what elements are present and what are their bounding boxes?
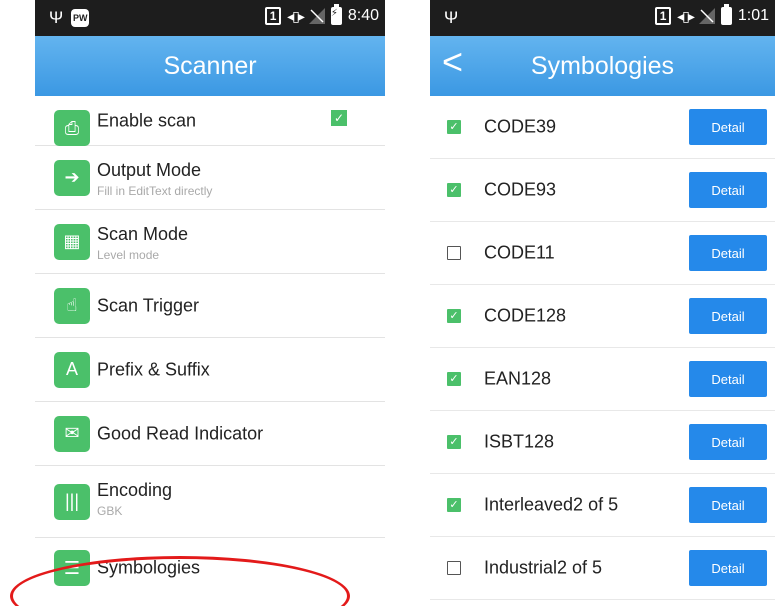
scanner-screen: Ψ PW 1 ◂▯▸ 8:40 Scanner ⎙ Enable scan ✓ … [35, 0, 385, 606]
symbology-row[interactable]: CODE11 Detail [430, 222, 775, 285]
symbology-label: Interleaved2 of 5 [484, 494, 619, 515]
detail-button[interactable]: Detail [689, 172, 767, 208]
no-signal-icon [308, 8, 325, 24]
symbology-row[interactable]: ✓ CODE39 Detail [430, 96, 775, 159]
app-bar: Scanner [35, 36, 385, 96]
status-bar: Ψ PW 1 ◂▯▸ 8:40 [35, 0, 385, 36]
symbology-label: CODE93 [484, 179, 557, 200]
symbology-row[interactable]: ✓ Interleaved2 of 5 Detail [430, 474, 775, 537]
sliders-icon: ☰ [54, 550, 90, 586]
trigger-icon: ☝ [54, 287, 90, 324]
menu-item-label: Output Mode [97, 160, 202, 180]
menu-item-label: Enable scan [97, 110, 197, 130]
enable-scan-checkbox[interactable]: ✓ [331, 110, 347, 126]
sim-slot-icon: 1 [265, 7, 282, 25]
menu-item-label: Good Read Indicator [97, 423, 264, 443]
status-time: 1:01 [737, 7, 769, 24]
good-read-icon: ✉ [54, 415, 90, 452]
menu-item-encoding[interactable]: ||| Encoding GBK [35, 466, 385, 538]
prefix-suffix-icon: A [54, 351, 90, 388]
menu-item-scan-mode[interactable]: ▦ Scan Mode Level mode [35, 210, 385, 274]
menu-item-label: Prefix & Suffix [97, 359, 210, 379]
symbology-label: Industrial2 of 5 [484, 557, 603, 578]
menu-item-enable-scan[interactable]: ⎙ Enable scan ✓ [35, 96, 385, 146]
symbology-row[interactable]: Industrial2 of 5 Detail [430, 537, 775, 600]
output-icon: ➔ [54, 159, 90, 196]
menu-item-symbologies[interactable]: ☰ Symbologies [35, 538, 385, 598]
menu-item-subtitle: Fill in EditText directly [97, 184, 213, 198]
no-signal-icon [698, 8, 715, 24]
menu-item-output-mode[interactable]: ➔ Output Mode Fill in EditText directly [35, 146, 385, 210]
symbology-row[interactable]: ✓ EAN128 Detail [430, 348, 775, 411]
symbology-label: CODE39 [484, 116, 557, 137]
scan-mode-icon: ▦ [54, 223, 90, 260]
sim-slot-icon: 1 [655, 7, 672, 25]
symbology-row[interactable]: ✓ CODE93 Detail [430, 159, 775, 222]
detail-button[interactable]: Detail [689, 361, 767, 397]
menu-item-label: Scan Mode [97, 224, 189, 244]
symbology-checkbox[interactable] [447, 246, 461, 260]
status-bar: Ψ 1 ◂▯▸ 1:01 [430, 0, 775, 36]
symbology-checkbox[interactable]: ✓ [447, 372, 461, 386]
detail-button[interactable]: Detail [689, 550, 767, 586]
symbology-checkbox[interactable]: ✓ [447, 435, 461, 449]
usb-icon: Ψ [49, 8, 64, 27]
menu-item-label: Symbologies [97, 557, 201, 578]
symbology-checkbox[interactable]: ✓ [447, 120, 461, 134]
vibrate-icon: ◂▯▸ [287, 7, 305, 24]
symbology-checkbox[interactable]: ✓ [447, 498, 461, 512]
detail-button[interactable]: Detail [689, 424, 767, 460]
symbology-list: ✓ CODE39 Detail ✓ CODE93 Detail CODE11 Detail ✓ C… [430, 96, 775, 600]
detail-button[interactable]: Detail [689, 487, 767, 523]
back-arrow-icon[interactable]: < [442, 44, 463, 80]
symbology-label: EAN128 [484, 368, 552, 389]
menu-item-label: Scan Trigger [97, 295, 200, 315]
page-title: Scanner [163, 51, 257, 80]
menu-item-subtitle: Level mode [97, 248, 160, 262]
symbologies-screen: Ψ 1 ◂▯▸ 1:01 < Symbologies ✓ CODE39 Detail… [430, 0, 775, 606]
app-bar: < Symbologies [430, 36, 775, 96]
vibrate-icon: ◂▯▸ [677, 7, 695, 24]
symbology-checkbox[interactable]: ✓ [447, 183, 461, 197]
notification-app-icon: PW [71, 9, 90, 27]
detail-button[interactable]: Detail [689, 298, 767, 334]
scan-enable-icon: ⎙ [54, 110, 90, 146]
battery-charging-icon [330, 4, 342, 25]
menu-item-subtitle: GBK [97, 504, 123, 518]
page-title: Symbologies [530, 51, 675, 80]
barcode-icon: ||| [54, 483, 90, 520]
menu-item-scan-trigger[interactable]: ☝ Scan Trigger [35, 274, 385, 338]
symbology-label: CODE11 [484, 242, 555, 263]
menu-item-good-read-indicator[interactable]: ✉ Good Read Indicator [35, 402, 385, 466]
symbology-row[interactable]: ✓ CODE128 Detail [430, 285, 775, 348]
status-time: 8:40 [347, 7, 379, 24]
battery-icon [720, 4, 732, 25]
detail-button[interactable]: Detail [689, 109, 767, 145]
symbology-label: CODE128 [484, 305, 567, 326]
symbology-checkbox[interactable]: ✓ [447, 309, 461, 323]
symbology-label: ISBT128 [484, 431, 555, 452]
symbology-row[interactable]: ✓ ISBT128 Detail [430, 411, 775, 474]
menu-item-prefix-suffix[interactable]: A Prefix & Suffix [35, 338, 385, 402]
menu-item-label: Encoding [97, 480, 173, 500]
usb-icon: Ψ [444, 8, 459, 27]
symbology-checkbox[interactable] [447, 561, 461, 575]
detail-button[interactable]: Detail [689, 235, 767, 271]
